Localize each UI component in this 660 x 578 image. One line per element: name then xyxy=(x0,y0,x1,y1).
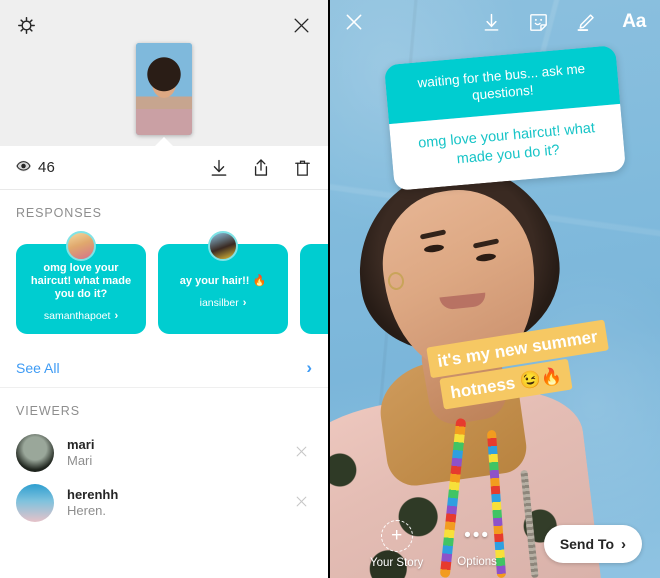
share-icon[interactable] xyxy=(251,158,271,178)
viewer-names: herenhh Heren. xyxy=(67,487,291,519)
avatar xyxy=(16,434,54,472)
viewer-fullname: Heren. xyxy=(67,503,107,518)
story-composer-panel: Aa waiting for the bus... ask me questio… xyxy=(330,0,660,578)
question-sticker[interactable]: waiting for the bus... ask me questions!… xyxy=(383,45,627,191)
close-icon[interactable] xyxy=(291,491,312,516)
close-icon[interactable] xyxy=(291,441,312,466)
story-thumbnail[interactable] xyxy=(136,43,192,135)
trash-icon[interactable] xyxy=(293,158,312,178)
responses-section-label: RESPONSES xyxy=(16,206,102,220)
options-button[interactable]: ••• Options xyxy=(457,521,497,568)
response-card[interactable]: omg love your haircut! what made you do … xyxy=(16,231,146,334)
your-story-label: Your Story xyxy=(370,556,424,569)
views-count: 46 xyxy=(38,159,55,176)
response-text: omg love your haircut! what made you do … xyxy=(30,261,132,300)
close-icon[interactable] xyxy=(344,12,364,32)
see-all-row[interactable]: See All › xyxy=(0,348,328,388)
app-root: 46 RESPONSES omg love your haircut! what… xyxy=(0,0,660,578)
responses-track: omg love your haircut! what made you do … xyxy=(16,230,328,334)
chevron-right-icon: › xyxy=(242,296,247,309)
story-insights-panel: 46 RESPONSES omg love your haircut! what… xyxy=(0,0,330,578)
viewer-list-item[interactable]: mari Mari xyxy=(0,428,328,478)
draw-pen-icon[interactable] xyxy=(575,12,596,33)
your-story-button[interactable]: + Your Story xyxy=(370,519,424,569)
viewers-section-label: VIEWERS xyxy=(16,404,80,418)
viewer-username: herenhh xyxy=(67,487,119,502)
insights-actions xyxy=(209,158,312,178)
thumbnail-caret xyxy=(153,137,175,148)
response-card[interactable]: sam te s xyxy=(300,244,328,334)
response-username-row[interactable]: iansilber › xyxy=(200,297,247,309)
story-bottom-bar: + Your Story ••• Options Send To › xyxy=(330,510,660,578)
story-thumbnail-image xyxy=(136,43,192,135)
eye-icon xyxy=(16,159,31,177)
insights-stat-bar: 46 xyxy=(0,146,328,190)
download-icon[interactable] xyxy=(209,158,229,178)
plus-circle-icon: + xyxy=(380,519,413,552)
viewer-fullname: Mari xyxy=(67,453,93,468)
close-icon[interactable] xyxy=(288,12,314,38)
viewer-list-item[interactable]: herenhh Heren. xyxy=(0,478,328,528)
download-icon[interactable] xyxy=(481,12,502,33)
views-stat: 46 xyxy=(16,159,55,177)
options-label: Options xyxy=(457,555,497,568)
chevron-right-icon: › xyxy=(621,535,626,553)
chevron-right-icon: › xyxy=(306,358,312,377)
story-toolbar: Aa xyxy=(330,0,660,44)
chevron-right-icon: › xyxy=(114,309,119,322)
response-username: samanthapoet xyxy=(43,309,111,322)
sticker-icon[interactable] xyxy=(528,12,549,33)
gear-icon[interactable] xyxy=(13,12,39,38)
avatar xyxy=(66,231,96,261)
ellipsis-icon: ••• xyxy=(464,524,491,546)
avatar xyxy=(16,484,54,522)
text-tool[interactable]: Aa xyxy=(622,11,646,33)
responses-carousel[interactable]: omg love your haircut! what made you do … xyxy=(0,230,328,348)
insights-header xyxy=(0,0,328,148)
response-username: iansilber xyxy=(199,296,239,309)
text-tool-label: Aa xyxy=(622,11,646,32)
viewer-username: mari xyxy=(67,437,95,452)
send-to-label: Send To xyxy=(559,536,614,552)
response-text: ay your hair!! 🔥 xyxy=(179,274,267,287)
see-all-label: See All xyxy=(16,359,60,376)
response-card[interactable]: ay your hair!! 🔥 iansilber › xyxy=(158,231,288,334)
avatar xyxy=(208,231,238,261)
viewer-names: mari Mari xyxy=(67,437,291,469)
send-to-button[interactable]: Send To › xyxy=(543,525,642,563)
response-username-row[interactable]: samanthapoet › xyxy=(44,310,118,322)
